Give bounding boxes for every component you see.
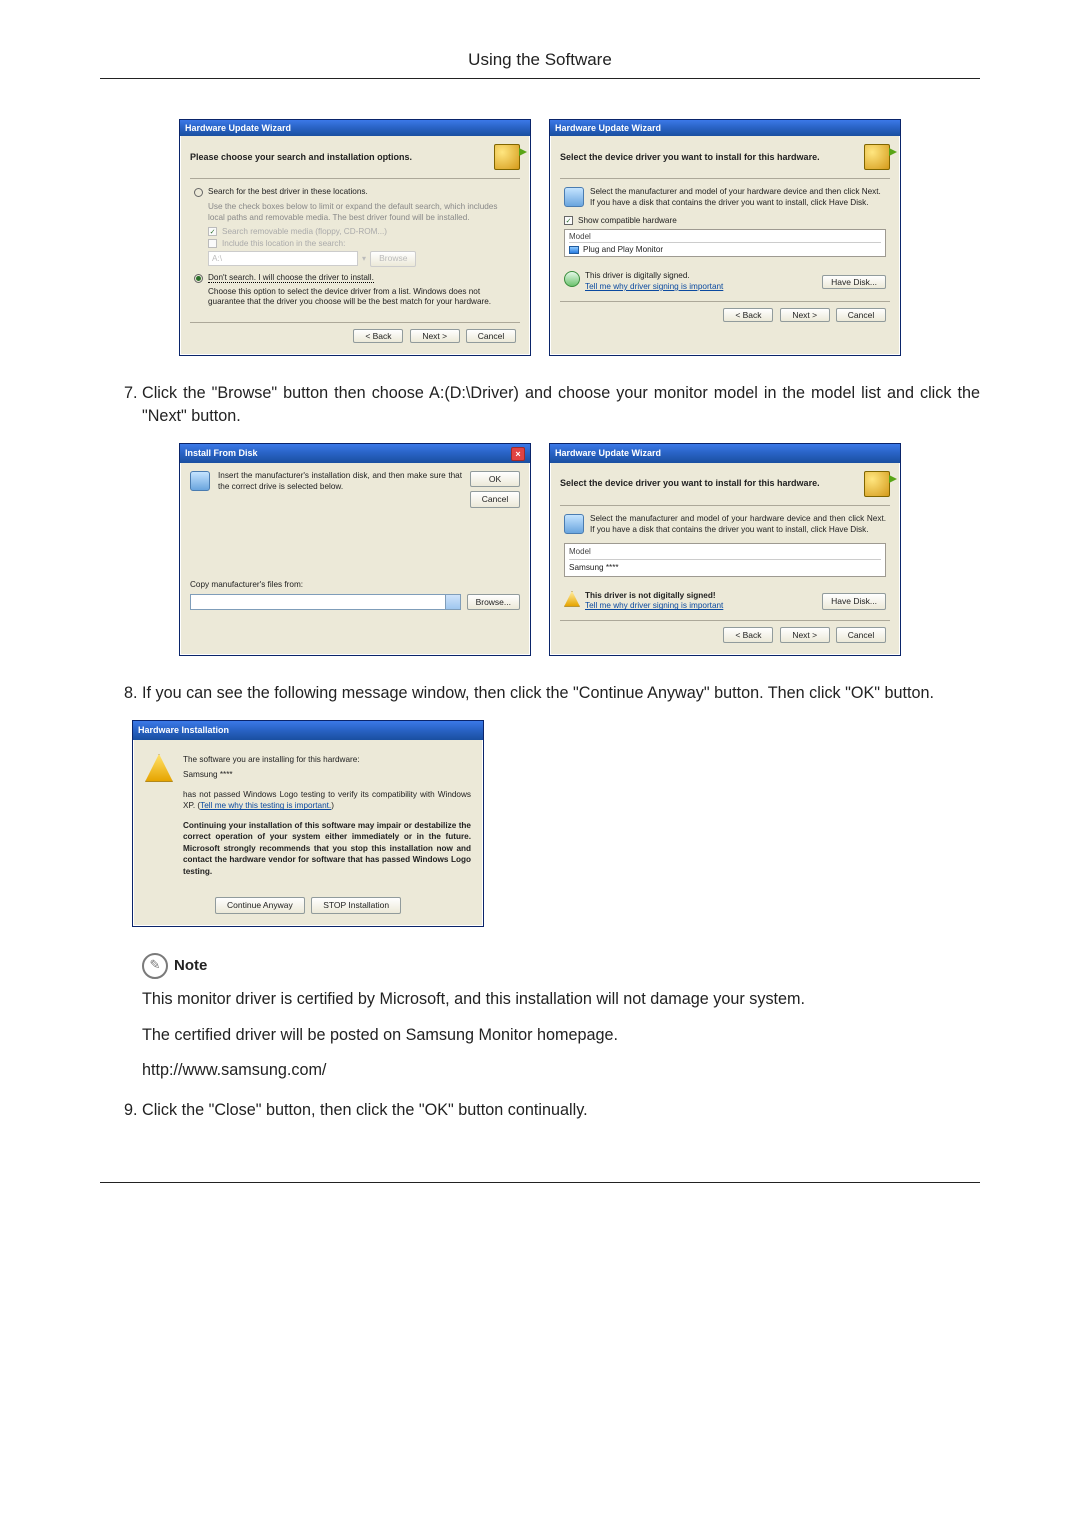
checkbox-location-label: Include this location in the search: [222, 239, 345, 248]
checkbox-show-compat[interactable] [564, 216, 573, 225]
model-header: Model [569, 232, 881, 243]
cancel-button[interactable]: Cancel [466, 329, 516, 343]
dialog-select-driver-signed: Hardware Update Wizard Select the device… [549, 119, 901, 356]
page: Using the Software Hardware Update Wizar… [0, 0, 1080, 1263]
instruction-text: Select the manufacturer and model of you… [590, 187, 886, 208]
instruction-text: Select the manufacturer and model of you… [590, 514, 886, 535]
screenshot-row-1: Hardware Update Wizard Please choose you… [100, 119, 980, 356]
unsigned-text: This driver is not digitally signed! [585, 591, 723, 602]
radio-search-best[interactable] [194, 188, 203, 197]
signed-text: This driver is digitally signed. [585, 271, 723, 282]
note-paragraph-1: This monitor driver is certified by Micr… [142, 987, 980, 1011]
step-7: Click the "Browse" button then choose A:… [142, 382, 980, 656]
heading: Select the device driver you want to ins… [560, 152, 856, 162]
page-title: Using the Software [100, 50, 980, 79]
step-list: Click the "Browse" button then choose A:… [100, 382, 980, 1122]
cancel-button[interactable]: Cancel [470, 491, 520, 507]
disk-icon [564, 514, 584, 534]
radio-dont-search[interactable] [194, 274, 203, 283]
next-button[interactable]: Next > [780, 627, 830, 643]
wizard-icon [494, 144, 520, 170]
path-input[interactable]: A:\ [208, 251, 358, 266]
ok-button[interactable]: OK [470, 471, 520, 487]
copy-from-label: Copy manufacturer's files from: [190, 579, 520, 591]
line2: has not passed Windows Logo testing to v… [183, 789, 471, 812]
wizard-icon [864, 471, 890, 497]
warning-message: Continuing your installation of this sof… [183, 820, 471, 877]
line1: The software you are installing for this… [183, 754, 471, 765]
next-button[interactable]: Next > [410, 329, 460, 343]
device-name: Samsung **** [183, 769, 471, 780]
signing-link[interactable]: Tell me why driver signing is important [585, 601, 723, 612]
browse-button-disabled: Browse [370, 251, 416, 266]
browse-button[interactable]: Browse... [467, 594, 520, 610]
radio-dont-search-label: Don't search. I will choose the driver t… [208, 273, 374, 283]
note-icon: ✎ [142, 953, 168, 979]
search-best-desc: Use the check boxes below to limit or ex… [208, 201, 516, 223]
close-icon[interactable]: × [511, 447, 525, 461]
footer-divider [100, 1182, 980, 1183]
screenshot-row-3: Hardware Installation The software you a… [132, 720, 980, 927]
wizard-icon [864, 144, 890, 170]
samsung-url[interactable]: http://www.samsung.com/ [142, 1059, 980, 1082]
dialog-search-options: Hardware Update Wizard Please choose you… [179, 119, 531, 356]
dialog-hardware-installation: Hardware Installation The software you a… [132, 720, 484, 927]
step-9: Click the "Close" button, then click the… [142, 1099, 980, 1122]
model-list[interactable]: Model Samsung **** [564, 543, 886, 576]
checkbox-location[interactable] [208, 239, 217, 248]
monitor-icon [569, 246, 579, 254]
message-text: Insert the manufacturer's installation d… [218, 471, 462, 508]
screenshot-row-2: × Install From Disk Insert the manufactu… [100, 443, 980, 656]
path-dropdown[interactable] [190, 594, 461, 610]
checkbox-show-compat-label: Show compatible hardware [578, 216, 677, 225]
titlebar: Hardware Update Wizard [550, 120, 900, 136]
titlebar: × Install From Disk [180, 444, 530, 463]
model-item-label: Plug and Play Monitor [583, 245, 663, 254]
heading: Please choose your search and installati… [190, 152, 486, 162]
stop-installation-button[interactable]: STOP Installation [311, 897, 401, 913]
testing-link[interactable]: Tell me why this testing is important. [200, 801, 331, 810]
signing-link[interactable]: Tell me why driver signing is important [585, 282, 723, 293]
radio-search-best-label: Search for the best driver in these loca… [208, 187, 368, 196]
titlebar: Hardware Update Wizard [180, 120, 530, 136]
titlebar: Hardware Installation [133, 721, 483, 740]
have-disk-button[interactable]: Have Disk... [822, 275, 886, 289]
cancel-button[interactable]: Cancel [836, 308, 886, 322]
model-item-label: Samsung **** [569, 562, 619, 574]
signed-icon [564, 271, 580, 287]
back-button[interactable]: < Back [723, 308, 773, 322]
note-paragraph-2: The certified driver will be posted on S… [142, 1023, 980, 1047]
dialog-install-from-disk: × Install From Disk Insert the manufactu… [179, 443, 531, 656]
back-button[interactable]: < Back [723, 627, 773, 643]
checkbox-removable-media[interactable] [208, 227, 217, 236]
cancel-button[interactable]: Cancel [836, 627, 886, 643]
note-label: Note [174, 955, 207, 977]
heading: Select the device driver you want to ins… [560, 477, 856, 490]
checkbox-removable-media-label: Search removable media (floppy, CD-ROM..… [222, 227, 387, 236]
have-disk-button[interactable]: Have Disk... [822, 593, 886, 609]
titlebar: Hardware Update Wizard [550, 444, 900, 463]
back-button[interactable]: < Back [353, 329, 403, 343]
note-block: ✎ Note [142, 953, 980, 979]
dialog-select-driver-unsigned: Hardware Update Wizard Select the device… [549, 443, 901, 656]
next-button[interactable]: Next > [780, 308, 830, 322]
step-8: If you can see the following message win… [142, 682, 980, 1082]
dont-search-desc: Choose this option to select the device … [208, 287, 516, 308]
model-list[interactable]: Model Plug and Play Monitor [564, 229, 886, 257]
warning-icon [145, 754, 173, 782]
disk-icon [564, 187, 584, 207]
disk-icon [190, 471, 210, 491]
model-header: Model [569, 546, 881, 560]
warning-icon [564, 591, 580, 607]
continue-anyway-button[interactable]: Continue Anyway [215, 897, 305, 913]
